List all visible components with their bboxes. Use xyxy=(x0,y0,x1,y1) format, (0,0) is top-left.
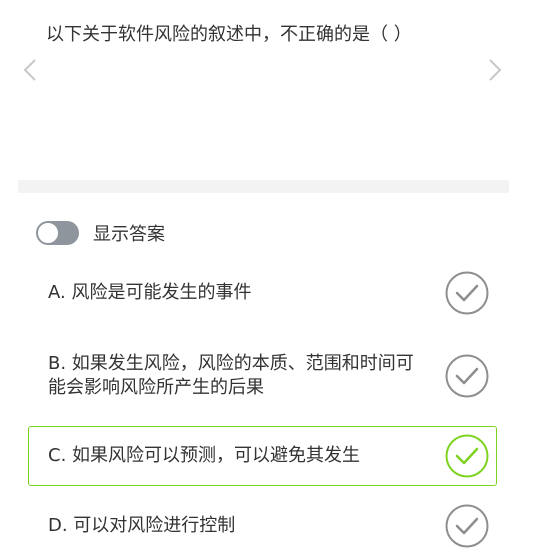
option-b[interactable]: B. 如果发生风险，风险的本质、范围和时间可能会影响风险所产生的后果 xyxy=(28,348,497,404)
show-answer-row: 显示答案 xyxy=(36,220,165,246)
check-circle-icon[interactable] xyxy=(445,504,489,548)
check-circle-icon[interactable] xyxy=(445,354,489,398)
option-a-label: A. 风险是可能发生的事件 xyxy=(48,282,252,303)
option-d[interactable]: D. 可以对风险进行控制 xyxy=(28,504,497,548)
chevron-left-icon xyxy=(23,59,36,81)
show-answer-toggle[interactable] xyxy=(36,221,79,245)
option-c-label: C. 如果风险可以预测，可以避免其发生 xyxy=(48,445,361,466)
section-divider xyxy=(18,180,509,193)
question-text: 以下关于软件风险的叙述中，不正确的是（ ） xyxy=(46,24,412,45)
option-d-label: D. 可以对风险进行控制 xyxy=(48,515,236,536)
prev-question-button[interactable] xyxy=(16,56,44,84)
check-circle-icon[interactable] xyxy=(445,434,489,478)
check-circle-icon[interactable] xyxy=(445,271,489,315)
option-b-label: B. 如果发生风险，风险的本质、范围和时间可能会影响风险所产生的后果 xyxy=(48,353,414,398)
show-answer-label: 显示答案 xyxy=(93,224,165,245)
option-c[interactable]: C. 如果风险可以预测，可以避免其发生 xyxy=(28,426,497,486)
next-question-button[interactable] xyxy=(481,56,509,84)
chevron-right-icon xyxy=(489,59,502,81)
option-a[interactable]: A. 风险是可能发生的事件 xyxy=(28,271,497,315)
toggle-knob xyxy=(37,222,59,244)
